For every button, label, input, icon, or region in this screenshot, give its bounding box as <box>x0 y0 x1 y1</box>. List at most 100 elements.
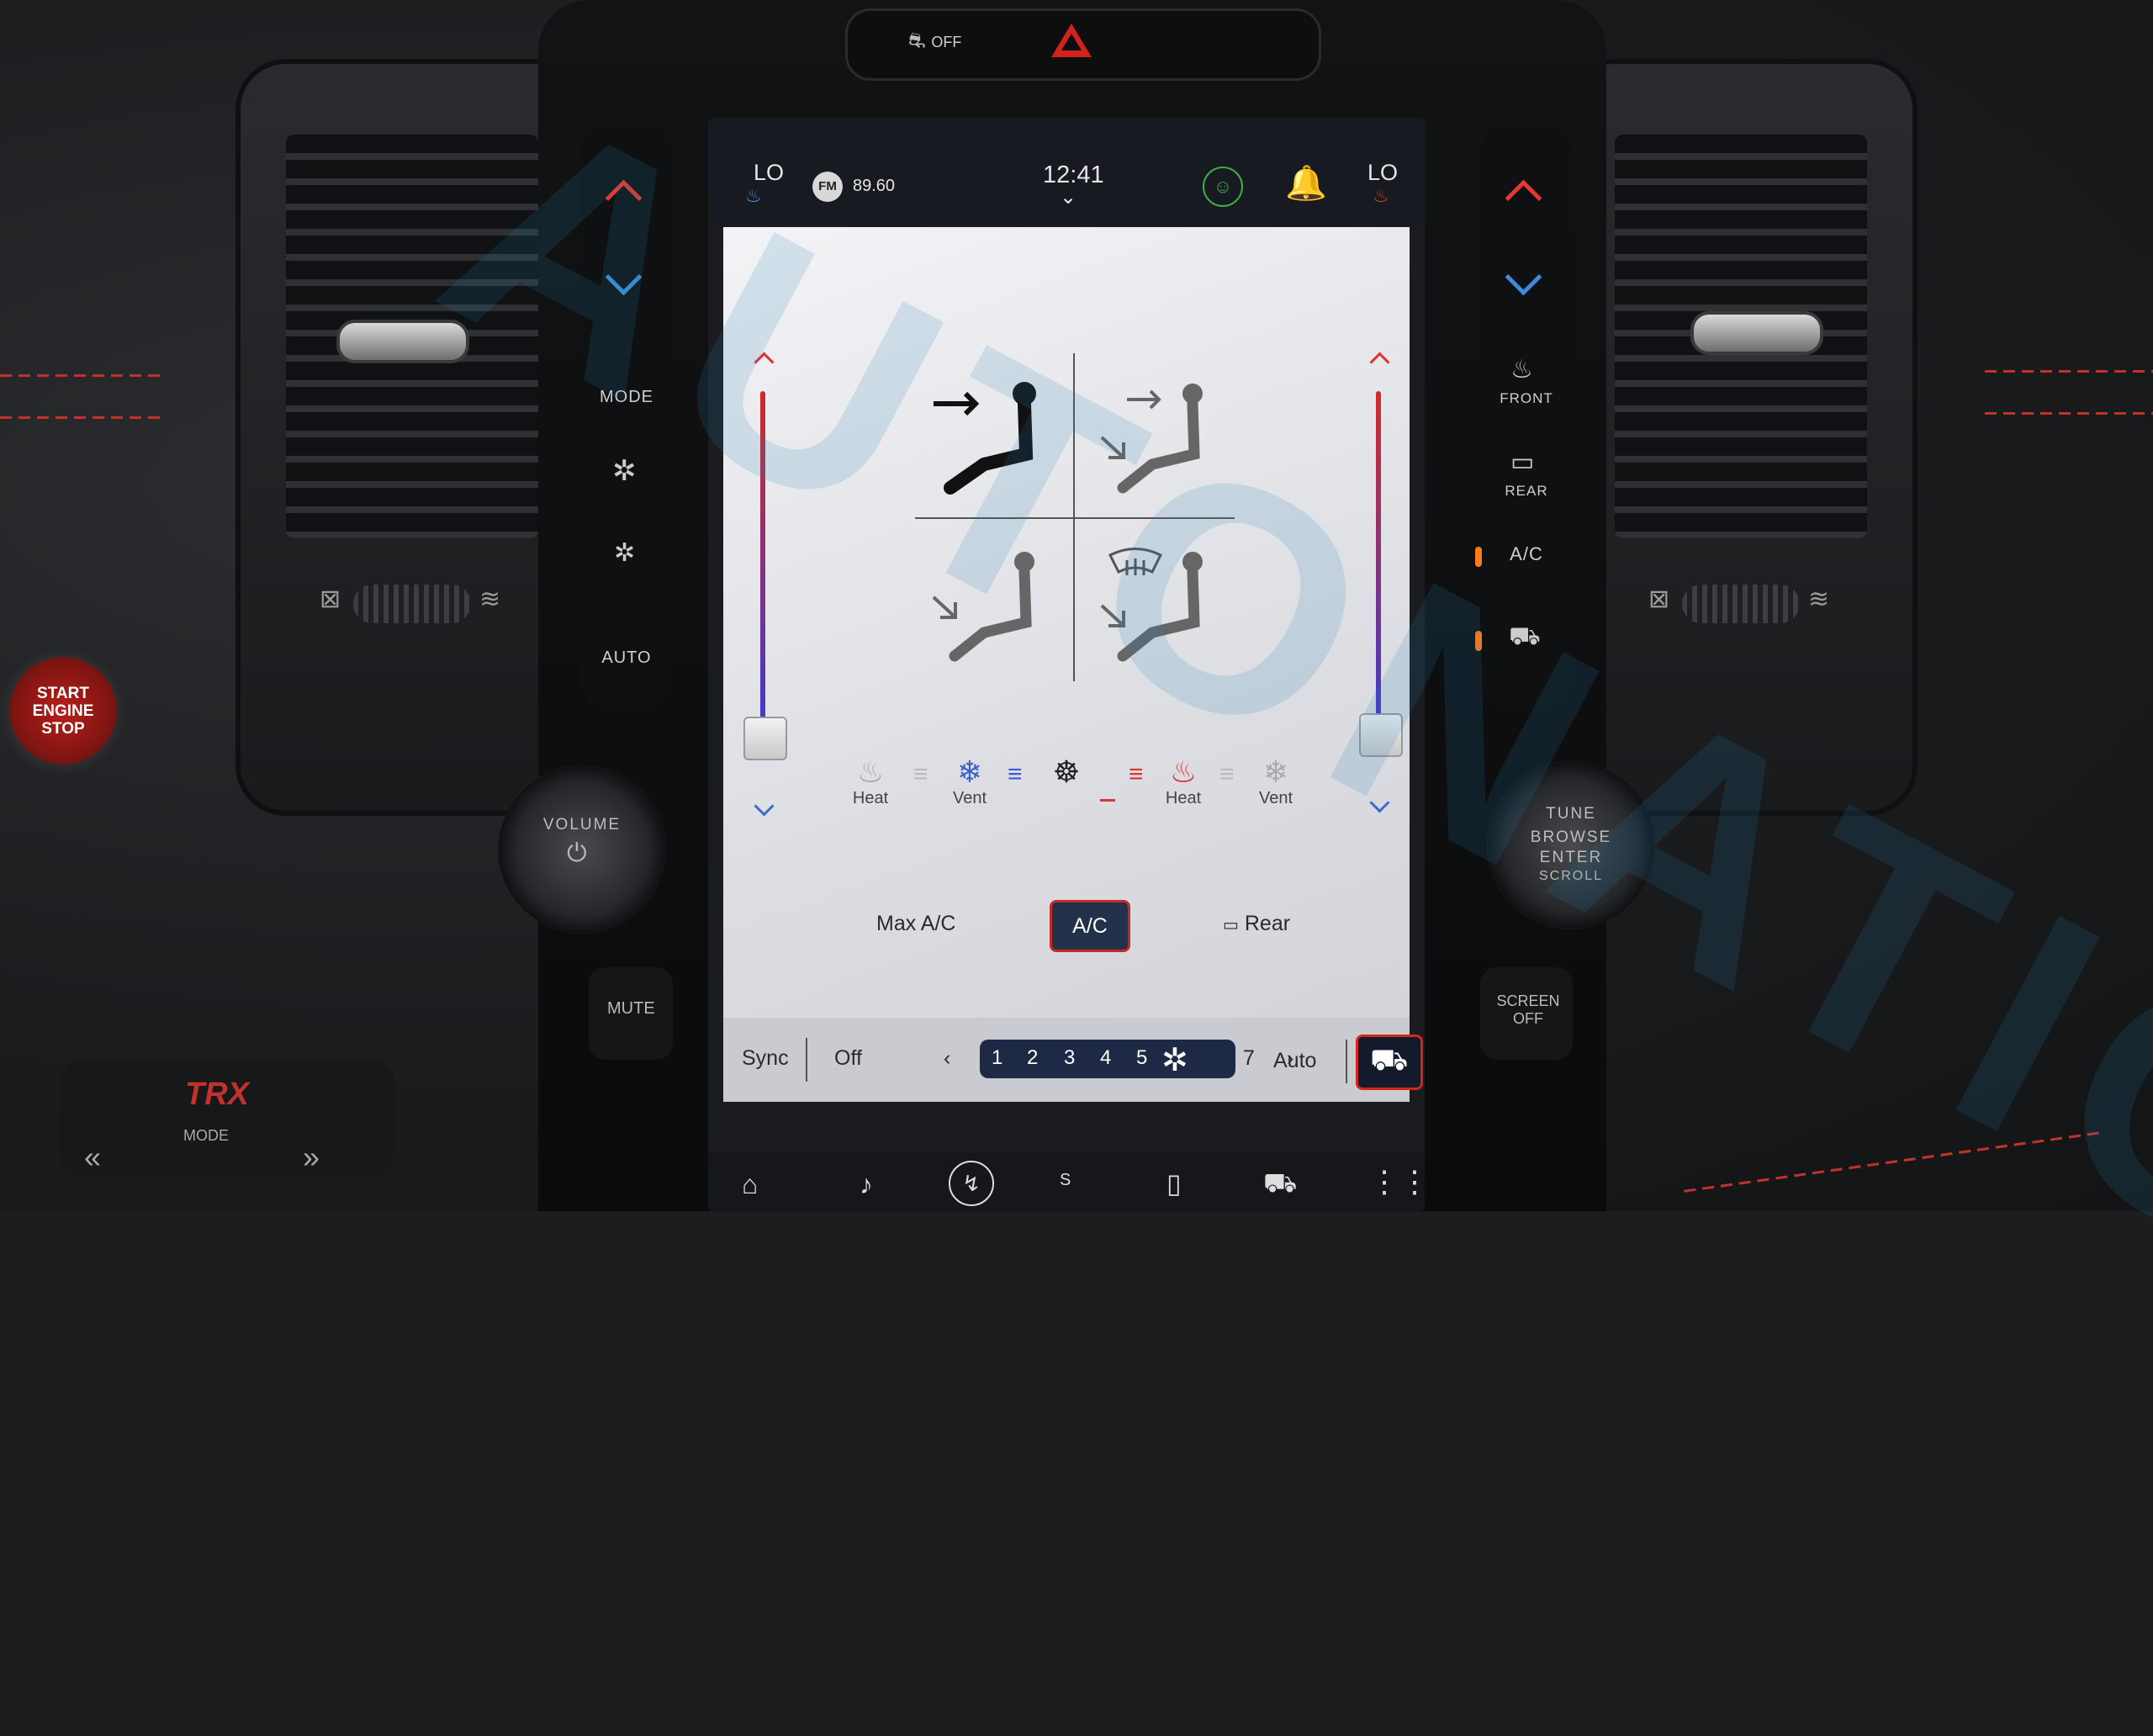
recirculation-touch-button[interactable]: ⛟ <box>1356 1035 1423 1090</box>
scroll-label: SCROLL <box>1538 869 1604 883</box>
rear-climate-button[interactable]: ▭ Rear <box>1223 912 1290 936</box>
driver-vent-level-bars: ≡ <box>1008 760 1023 788</box>
chevron-up-icon <box>1505 179 1542 217</box>
fan-speed-5[interactable]: 5 <box>1136 1046 1147 1070</box>
driver-temp-up-arrow[interactable] <box>754 352 775 373</box>
rear-label: REAR <box>1505 483 1548 499</box>
driver-temp-down-arrow[interactable] <box>754 796 775 817</box>
vent-closed-icon: ⊠ <box>320 585 341 613</box>
driver-heat-label: Heat <box>852 789 889 807</box>
chevron-down-icon[interactable]: ⌄ <box>1060 185 1076 209</box>
grid-divider-horizontal <box>915 517 1235 519</box>
passenger-temp-slider[interactable] <box>1376 391 1381 736</box>
passenger-temp-down-arrow[interactable] <box>1369 792 1390 813</box>
driver-heat-level-bars: ≡ <box>913 760 928 788</box>
fan-up-button[interactable]: ✲ <box>580 429 673 513</box>
fan-speed-1[interactable]: 1 <box>992 1046 1002 1070</box>
nav-center-label[interactable]: S <box>1060 1171 1071 1190</box>
vehicle-icon[interactable]: ⛟ <box>1263 1167 1297 1202</box>
mode-prev-icon[interactable]: « <box>84 1140 101 1175</box>
left-vent-wheel[interactable] <box>353 585 471 623</box>
mode-next-icon[interactable]: » <box>303 1140 320 1175</box>
seat-panel-mode-icon[interactable] <box>925 370 1051 496</box>
notification-bell-icon[interactable]: 🔔 <box>1285 163 1327 203</box>
max-ac-button[interactable]: Max A/C <box>876 912 955 936</box>
screen-off-button[interactable]: SCREEN OFF <box>1480 967 1573 1060</box>
fan-speed-2[interactable]: 2 <box>1027 1046 1038 1070</box>
recirculation-icon: ⛟ <box>1509 622 1542 650</box>
fan-speed-3[interactable]: 3 <box>1064 1046 1075 1070</box>
driver-temp-slider[interactable] <box>760 391 765 736</box>
phone-icon[interactable]: ▯ <box>1166 1167 1182 1199</box>
driver-temp-thumb[interactable] <box>743 717 787 760</box>
drive-mode-panel: TRX MODE « » <box>59 1060 395 1178</box>
seat-floor-mode-icon[interactable] <box>925 538 1051 664</box>
climate-nav-icon[interactable]: ↯ <box>949 1161 994 1206</box>
left-temp-down-button[interactable] <box>580 244 673 328</box>
passenger-seat-status-icon: ♨ <box>1373 185 1389 206</box>
passenger-temp-thumb[interactable] <box>1359 713 1403 757</box>
seat-defrost-floor-mode-icon[interactable] <box>1093 538 1219 664</box>
volume-knob[interactable]: VOLUME ⏻ <box>498 765 666 934</box>
fan-down-button[interactable]: ✲ <box>580 513 673 597</box>
red-stitch-right-2 <box>1985 412 2153 415</box>
recirculation-button[interactable]: ⛟ <box>1475 597 1573 681</box>
fan-decrease-icon[interactable]: ‹ <box>944 1046 950 1071</box>
audio-icon[interactable]: ♪ <box>860 1169 873 1200</box>
ac-hard-button[interactable]: A/C <box>1475 513 1573 597</box>
start-engine-button[interactable]: START ENGINE STOP <box>0 648 126 774</box>
driver-temp-readout[interactable]: LO <box>754 160 784 186</box>
heated-steering-wheel-button[interactable]: ☸ <box>1041 755 1092 789</box>
hazard-button[interactable] <box>1051 24 1092 57</box>
red-stitch-left-2 <box>0 416 160 419</box>
vent-closed-icon: ⊠ <box>1648 585 1670 613</box>
radio-frequency[interactable]: 89.60 <box>853 177 895 196</box>
rear-defrost-button[interactable]: ▭ REAR <box>1480 429 1573 513</box>
left-temp-up-button[interactable] <box>580 151 673 236</box>
right-temp-up-button[interactable] <box>1480 151 1573 236</box>
passenger-temp-readout[interactable]: LO <box>1367 160 1398 186</box>
driver-seat-vent-button[interactable]: ❄ Vent <box>940 755 999 808</box>
mute-button[interactable]: MUTE <box>589 967 673 1060</box>
radio-band-badge[interactable]: FM <box>812 172 843 202</box>
volume-label: VOLUME <box>542 816 622 834</box>
home-icon[interactable]: ⌂ <box>742 1169 758 1200</box>
front-defrost-button[interactable]: ♨ FRONT <box>1480 336 1573 421</box>
front-defrost-icon: ♨ <box>1510 356 1534 384</box>
browse-label: BROWSE <box>1530 828 1612 846</box>
chevron-down-icon <box>1505 258 1542 296</box>
left-vent-direction-knob[interactable] <box>336 320 469 363</box>
apps-grid-icon[interactable]: ⋮⋮ <box>1369 1164 1425 1199</box>
fan-speed-7[interactable]: 7 <box>1243 1046 1255 1071</box>
recirc-indicator-led <box>1475 631 1482 651</box>
traction-off-label: OFF <box>931 34 962 50</box>
engine-label: ENGINE <box>32 702 94 720</box>
truck-recirc-icon: ⛟ <box>1370 1042 1409 1077</box>
red-stitch-left <box>0 374 160 377</box>
fan-speed-selector[interactable]: 1 2 3 4 5 ✲ <box>980 1040 1235 1078</box>
enter-label: ENTER <box>1539 849 1603 866</box>
seat-panel-floor-mode-icon[interactable] <box>1093 370 1219 496</box>
passenger-seat-vent-button[interactable]: ❄ Vent <box>1246 755 1305 808</box>
auto-button[interactable]: AUTO <box>580 597 673 681</box>
right-temp-down-button[interactable] <box>1480 244 1573 328</box>
fan-off-button[interactable]: Off <box>834 1046 862 1071</box>
sync-button[interactable]: Sync <box>742 1046 789 1071</box>
seat-heat-icon: ♨ <box>1169 754 1198 789</box>
fan-speed-4[interactable]: 4 <box>1100 1046 1111 1070</box>
chevron-up-icon <box>605 179 643 217</box>
climate-auto-button[interactable]: Auto <box>1273 1049 1316 1073</box>
ac-button[interactable]: A/C <box>1050 900 1130 952</box>
traction-off-button[interactable]: ⛐ OFF <box>908 29 961 55</box>
right-vent-wheel[interactable] <box>1682 585 1800 623</box>
steering-wheel-heat-icon: ☸ <box>1052 754 1081 789</box>
radio-band-label: FM <box>818 179 837 193</box>
mode-button[interactable]: MODE <box>580 336 673 421</box>
right-vent-direction-knob[interactable] <box>1690 311 1823 355</box>
passenger-seat-heat-button[interactable]: ♨ Heat <box>1154 755 1213 808</box>
passenger-temp-up-arrow[interactable] <box>1369 352 1390 373</box>
driver-seat-heat-button[interactable]: ♨ Heat <box>841 755 900 808</box>
tune-browse-knob[interactable]: TUNE BROWSE ENTER SCROLL <box>1487 761 1655 929</box>
driver-assist-icon[interactable]: ☺ <box>1203 167 1243 207</box>
fan-down-icon: ✲ <box>614 539 637 567</box>
